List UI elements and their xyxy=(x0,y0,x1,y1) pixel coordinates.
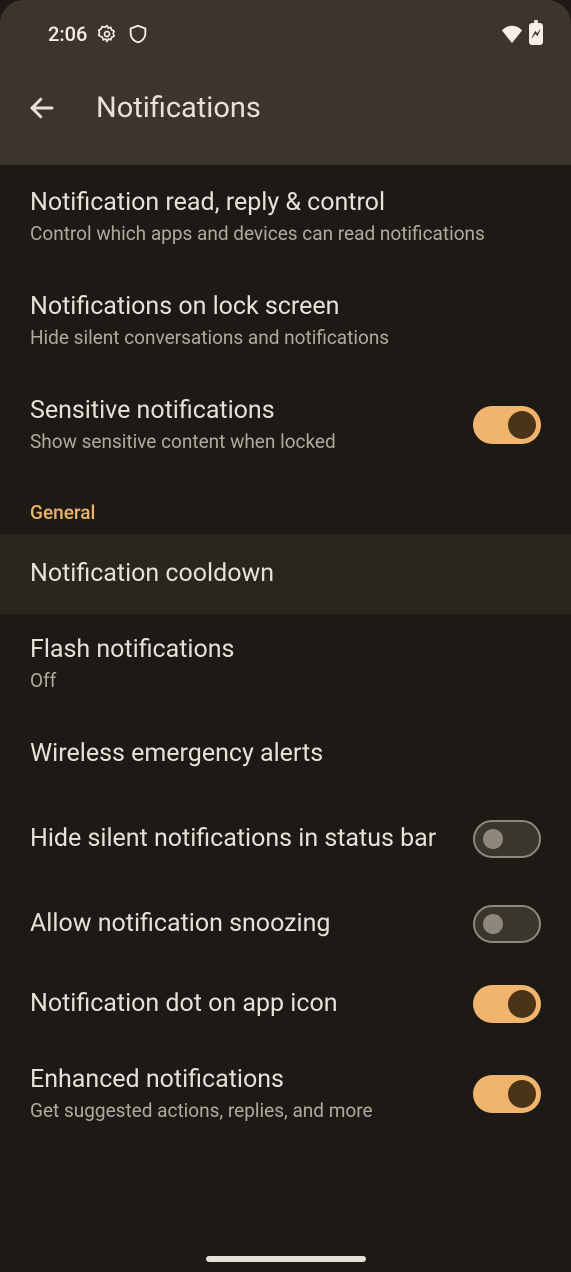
toggle-allow-snoozing[interactable] xyxy=(473,905,541,943)
toggle-notification-dot[interactable] xyxy=(473,985,541,1023)
gear-icon xyxy=(97,24,117,44)
wifi-icon xyxy=(501,24,523,44)
setting-subtitle: Control which apps and devices can read … xyxy=(30,222,541,247)
row-lock-screen-notifications[interactable]: Notifications on lock screen Hide silent… xyxy=(0,269,571,373)
setting-subtitle: Get suggested actions, replies, and more xyxy=(30,1099,457,1124)
page-title: Notifications xyxy=(96,91,261,125)
setting-title: Sensitive notifications xyxy=(30,395,457,426)
row-flash-notifications[interactable]: Flash notifications Off xyxy=(0,614,571,714)
setting-title: Notifications on lock screen xyxy=(30,291,541,322)
toggle-hide-silent-status-bar[interactable] xyxy=(473,820,541,858)
setting-title: Allow notification snoozing xyxy=(30,908,457,939)
setting-title: Notification dot on app icon xyxy=(30,988,457,1019)
setting-title: Notification cooldown xyxy=(30,558,541,589)
row-notification-dot[interactable]: Notification dot on app icon xyxy=(0,964,571,1044)
section-header-general: General xyxy=(0,477,571,534)
row-wireless-emergency-alerts[interactable]: Wireless emergency alerts xyxy=(0,714,571,794)
row-notification-cooldown[interactable]: Notification cooldown xyxy=(0,534,571,614)
setting-title: Flash notifications xyxy=(30,634,541,665)
setting-subtitle: Hide silent conversations and notificati… xyxy=(30,326,541,351)
shield-icon xyxy=(127,23,149,45)
setting-title: Hide silent notifications in status bar xyxy=(30,823,457,854)
setting-title: Notification read, reply & control xyxy=(30,187,541,218)
back-button[interactable] xyxy=(20,86,64,130)
row-allow-snoozing[interactable]: Allow notification snoozing xyxy=(0,884,571,964)
nav-handle[interactable] xyxy=(206,1256,366,1262)
settings-list: Notification read, reply & control Contr… xyxy=(0,165,571,1272)
row-notification-read-reply[interactable]: Notification read, reply & control Contr… xyxy=(0,165,571,269)
status-bar: 2:06 🗲 xyxy=(0,0,571,68)
toggle-sensitive-notifications[interactable] xyxy=(473,406,541,444)
row-sensitive-notifications[interactable]: Sensitive notifications Show sensitive c… xyxy=(0,373,571,477)
battery-charging-icon: 🗲 xyxy=(529,23,543,45)
arrow-left-icon xyxy=(27,93,57,123)
setting-subtitle: Off xyxy=(30,669,541,694)
row-hide-silent-status-bar[interactable]: Hide silent notifications in status bar xyxy=(0,794,571,884)
setting-title: Wireless emergency alerts xyxy=(30,738,541,769)
setting-subtitle: Show sensitive content when locked xyxy=(30,430,457,455)
toggle-enhanced-notifications[interactable] xyxy=(473,1075,541,1113)
setting-title: Enhanced notifications xyxy=(30,1064,457,1095)
status-time: 2:06 xyxy=(48,22,87,46)
row-enhanced-notifications[interactable]: Enhanced notifications Get suggested act… xyxy=(0,1044,571,1144)
app-bar: Notifications xyxy=(0,68,571,165)
